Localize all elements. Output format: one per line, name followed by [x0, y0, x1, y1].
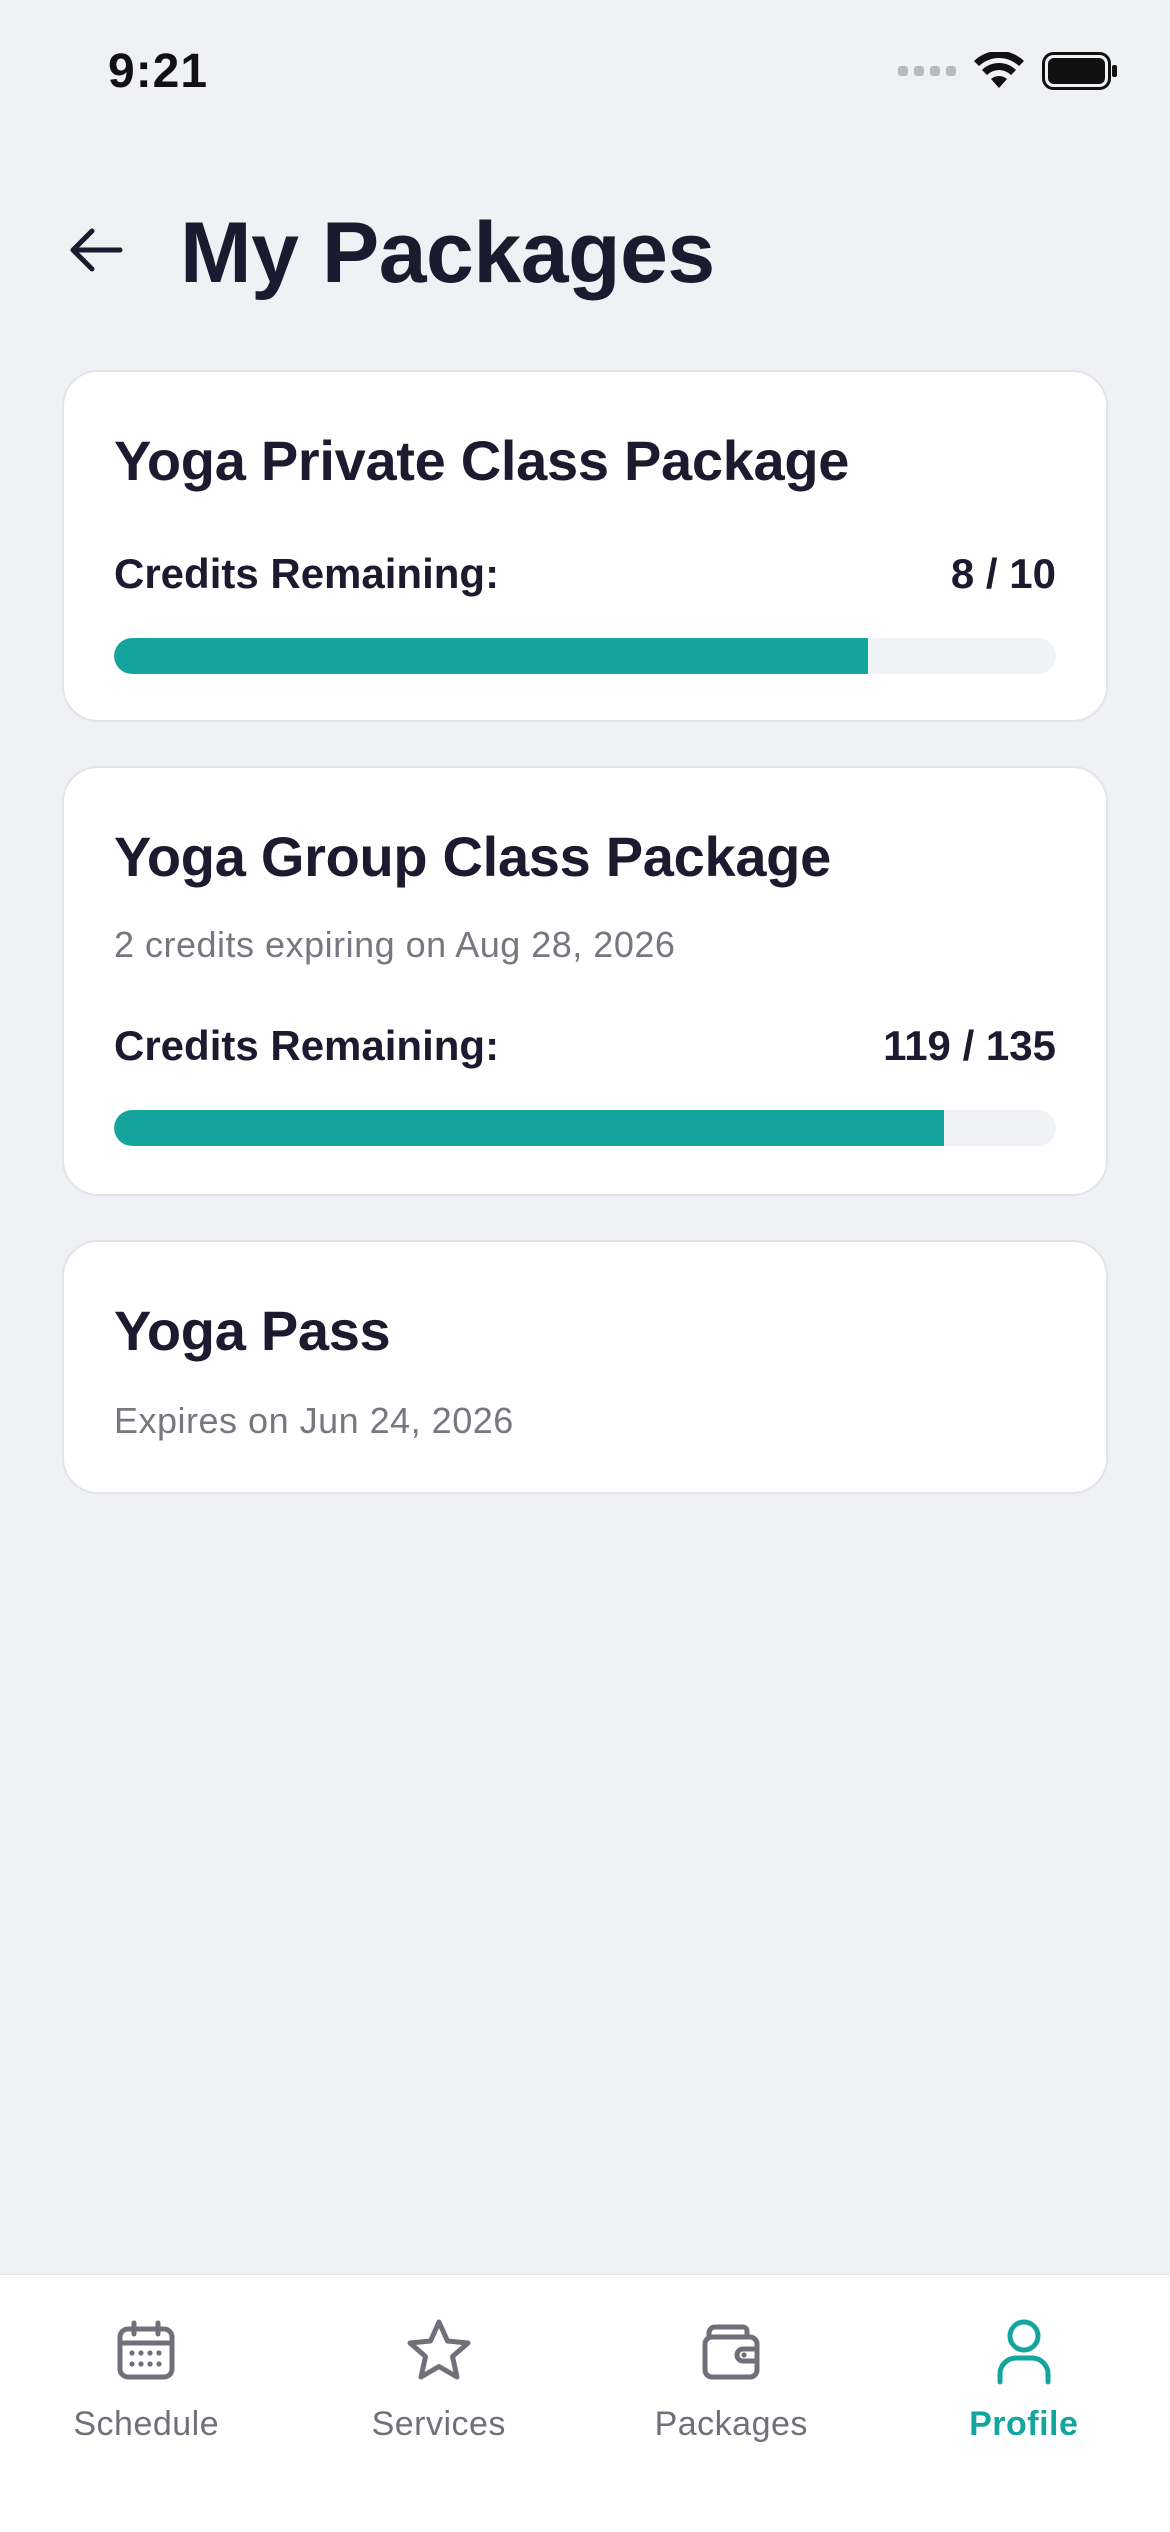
status-time: 9:21: [108, 45, 209, 98]
calendar-icon: [110, 2315, 182, 2387]
tab-schedule[interactable]: Schedule: [0, 2275, 293, 2532]
arrow-left-icon: [70, 228, 123, 272]
star-icon: [403, 2315, 475, 2387]
page-header: My Packages: [0, 190, 1170, 310]
tab-profile[interactable]: Profile: [878, 2275, 1170, 2532]
tab-services[interactable]: Services: [293, 2275, 586, 2532]
credits-progress-fill: [114, 638, 868, 674]
credits-progress-bar: [114, 638, 1056, 674]
cellular-signal-icon: [898, 66, 956, 76]
tab-label: Services: [371, 2405, 506, 2443]
tab-label: Schedule: [73, 2405, 220, 2443]
package-title: Yoga Pass: [114, 1299, 391, 1362]
wallet-icon: [695, 2315, 767, 2387]
package-expiry-note: 2 credits expiring on Aug 28, 2026: [114, 924, 676, 965]
tab-packages[interactable]: Packages: [585, 2275, 878, 2532]
package-title: Yoga Group Class Package: [114, 825, 831, 888]
credits-progress-bar: [114, 1110, 1056, 1146]
package-card-private[interactable]: Yoga Private Class Package Credits Remai…: [62, 370, 1108, 722]
credits-row: Credits Remaining: 8 / 10: [114, 550, 1056, 598]
package-title: Yoga Private Class Package: [114, 429, 850, 492]
back-button[interactable]: [60, 220, 132, 280]
credits-value: 8 / 10: [950, 550, 1056, 597]
status-icons: [898, 52, 1118, 90]
user-icon: [988, 2315, 1060, 2387]
credits-label: Credits Remaining:: [114, 1022, 500, 1069]
battery-icon: [1042, 52, 1117, 90]
credits-progress-fill: [114, 1110, 945, 1146]
credits-value: 119 / 135: [883, 1022, 1056, 1069]
wifi-icon: [974, 52, 1024, 88]
bottom-tab-bar: Schedule Services Packages Profile: [0, 2274, 1170, 2532]
tab-label: Profile: [969, 2405, 1079, 2443]
page-title: My Packages: [180, 205, 715, 301]
package-card-group[interactable]: Yoga Group Class Package 2 credits expir…: [62, 766, 1108, 1196]
status-bar: 9:21: [0, 0, 1170, 140]
package-card-pass[interactable]: Yoga Pass Expires on Jun 24, 2026: [62, 1240, 1108, 1494]
credits-label: Credits Remaining:: [114, 550, 500, 597]
credits-row: Credits Remaining: 119 / 135: [114, 1022, 1056, 1070]
package-expiry-note: Expires on Jun 24, 2026: [114, 1400, 514, 1441]
tab-label: Packages: [654, 2405, 808, 2443]
